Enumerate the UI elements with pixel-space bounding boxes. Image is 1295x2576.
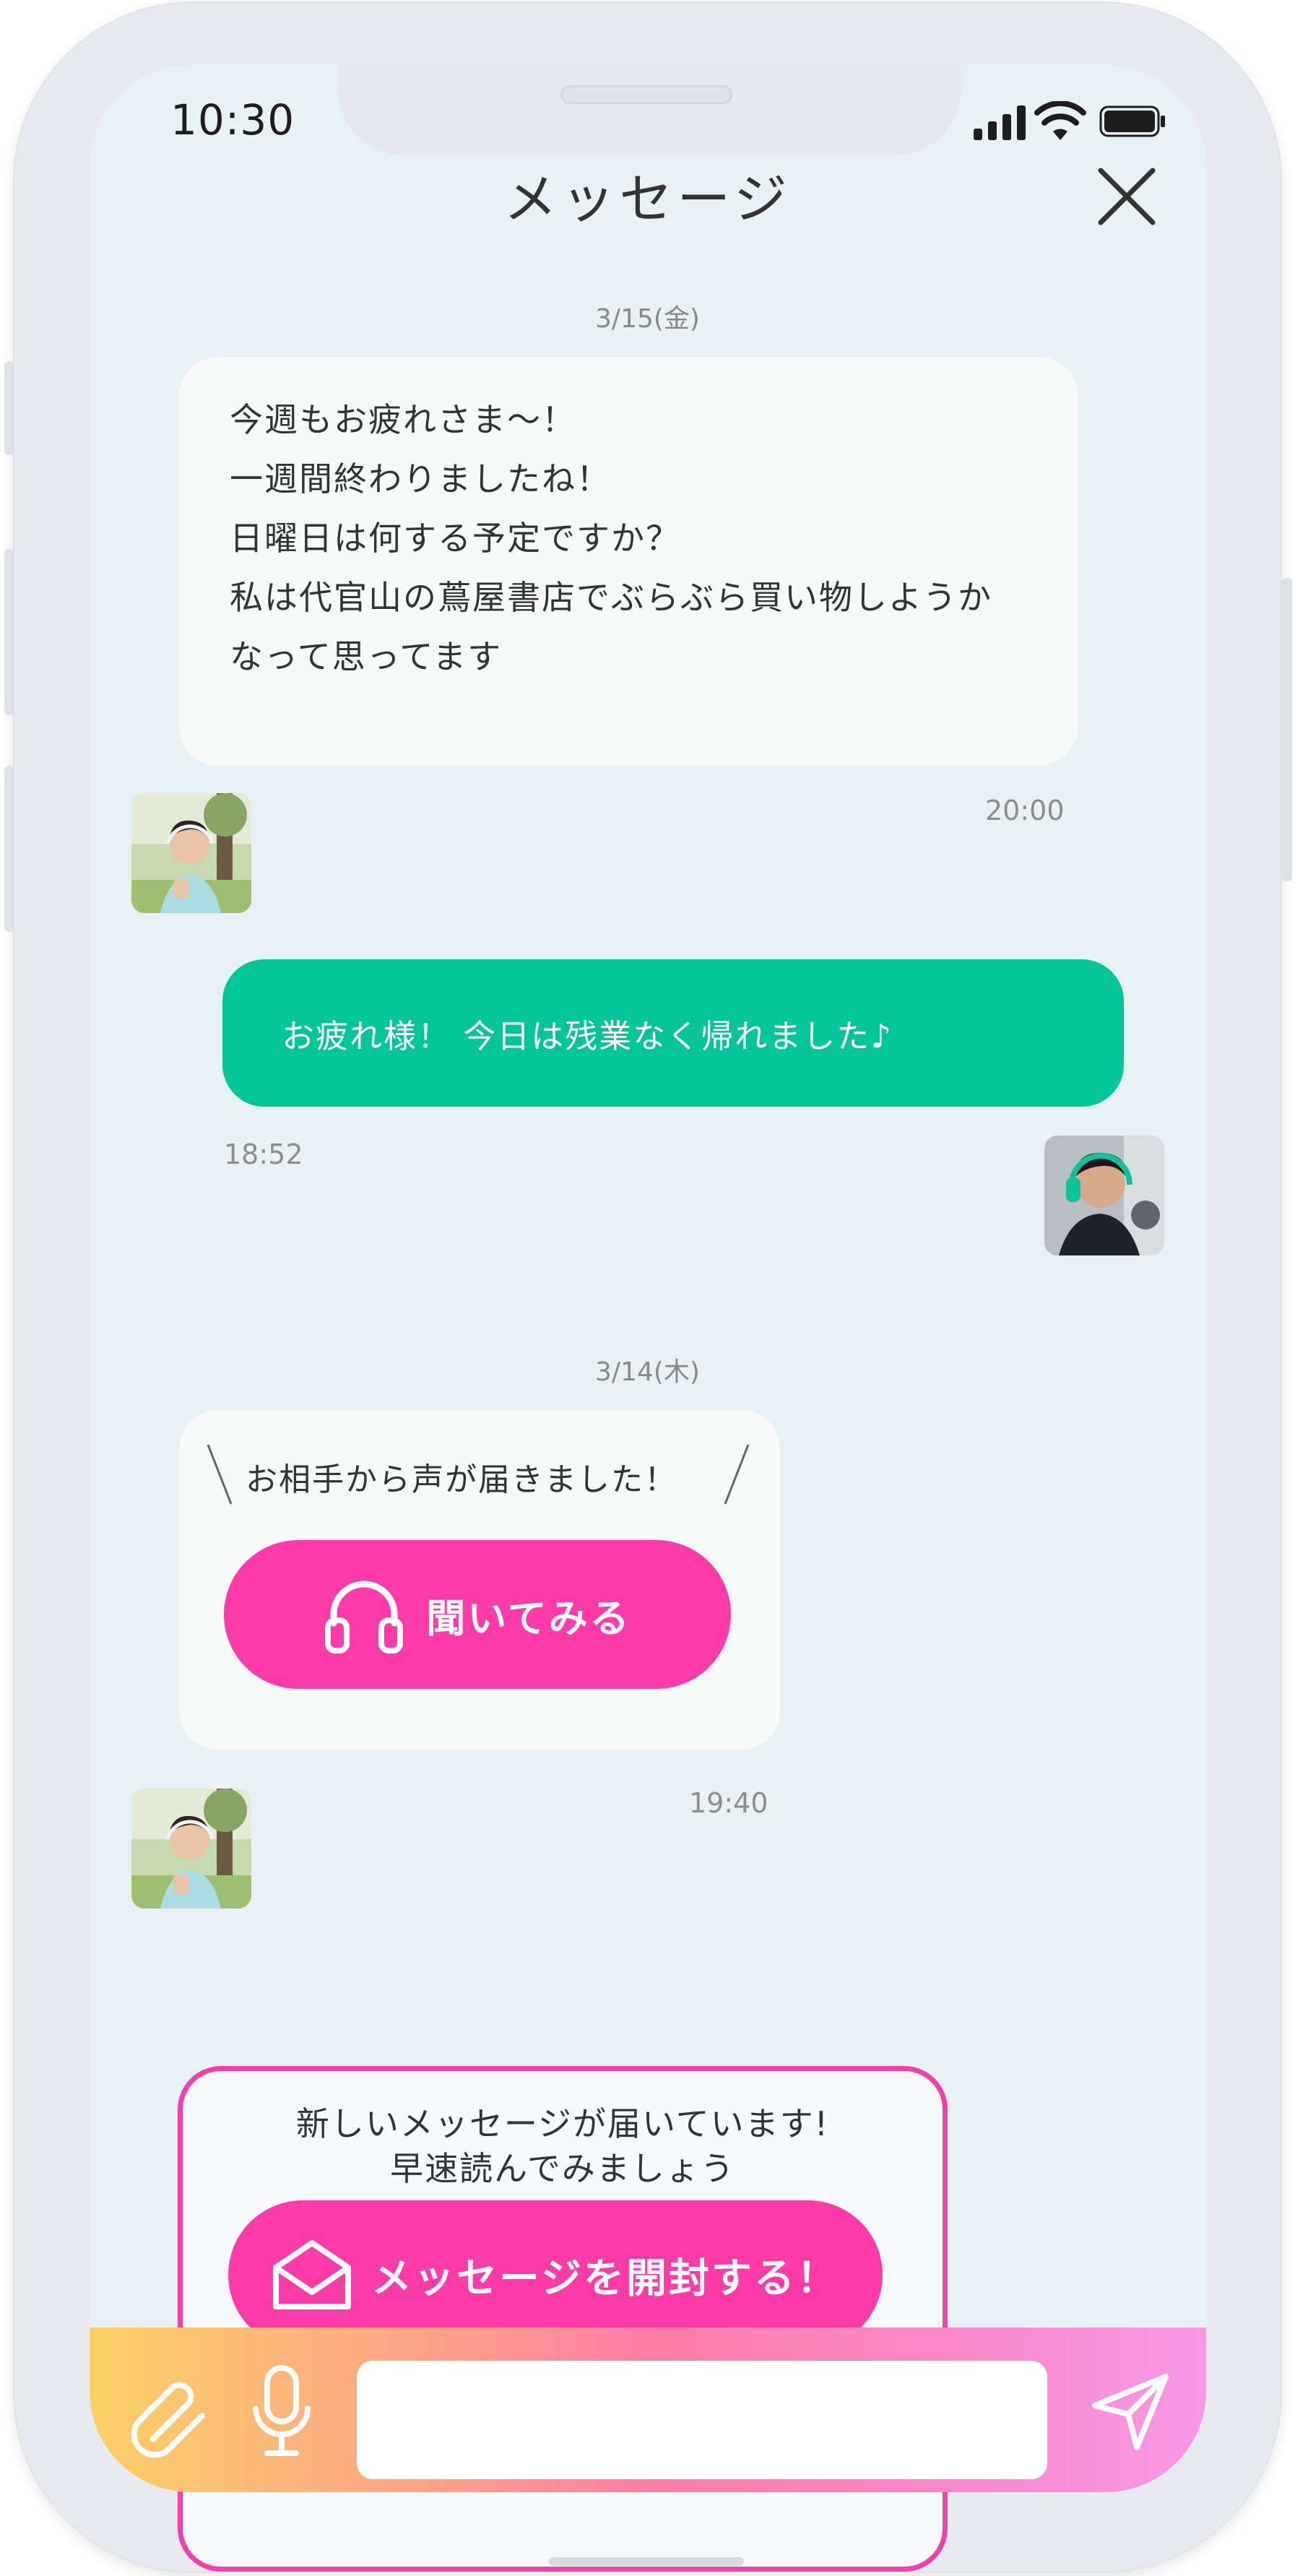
listen-button[interactable]: 聞いてみる <box>224 1540 731 1689</box>
message-line: 日曜日は何する予定ですか？ <box>230 519 680 558</box>
envelope-open-icon <box>273 2240 352 2309</box>
user-avatar[interactable] <box>1044 1136 1164 1255</box>
volume-down-button <box>4 766 14 932</box>
received-message-bubble: 今週もお疲れさま〜！ 一週間終わりましたね！ 日曜日は何する予定ですか？ 私は代… <box>179 357 1078 766</box>
close-icon[interactable] <box>1093 163 1160 230</box>
send-icon[interactable] <box>1088 2369 1174 2459</box>
message-line: 今週もお疲れさま〜！ <box>230 400 576 439</box>
speaker <box>560 85 732 104</box>
message-timestamp: 18:52 <box>224 1138 303 1170</box>
message-text: お疲れ様！ 今日は残業なく帰れました♪ <box>282 1016 893 1055</box>
status-time: 10:30 <box>170 95 295 144</box>
message-line: 一週間終わりましたね！ <box>230 459 611 498</box>
open-message-button-label: メッセージを開封する！ <box>371 2255 839 2302</box>
sent-message-bubble: お疲れ様！ 今日は残業なく帰れました♪ <box>222 959 1124 1107</box>
notch <box>338 65 961 155</box>
signal-icon <box>972 104 1027 143</box>
power-button <box>1282 578 1292 881</box>
voice-message-card: お相手から声が届きました！ 聞いてみる <box>179 1410 780 1750</box>
message-line: 私は代官山の蔦屋書店でぶらぶら買い物しようか <box>230 578 992 617</box>
wifi-icon <box>1034 100 1086 144</box>
battery-icon <box>1099 105 1166 140</box>
notice-bracket-left <box>207 1444 233 1505</box>
date-separator: 3/14(木) <box>595 1357 700 1387</box>
microphone-icon[interactable] <box>246 2361 318 2465</box>
message-line: なって思ってます <box>230 637 503 676</box>
new-message-subtext: 早速読んでみましょう <box>390 2149 735 2188</box>
message-timestamp: 19:40 <box>689 1787 768 1819</box>
partner-avatar[interactable] <box>131 1789 251 1909</box>
notice-bracket-right <box>724 1444 750 1505</box>
message-input[interactable] <box>357 2361 1047 2479</box>
headphones-icon <box>325 1581 404 1654</box>
attach-icon[interactable] <box>124 2367 218 2463</box>
date-separator: 3/15(金) <box>595 304 700 334</box>
new-message-text: 新しいメッセージが届いています! <box>295 2104 830 2143</box>
mute-switch <box>4 361 14 455</box>
home-indicator <box>549 2557 744 2566</box>
volume-up-button <box>4 549 14 715</box>
voice-notice-text: お相手から声が届きました！ <box>246 1461 677 1498</box>
new-message-card: 新しいメッセージが届いています! 早速読んでみましょう メッセージを開封する！ <box>178 2066 948 2572</box>
partner-avatar[interactable] <box>131 793 251 913</box>
message-timestamp: 20:00 <box>985 795 1065 826</box>
listen-button-label: 聞いてみる <box>426 1595 631 1641</box>
